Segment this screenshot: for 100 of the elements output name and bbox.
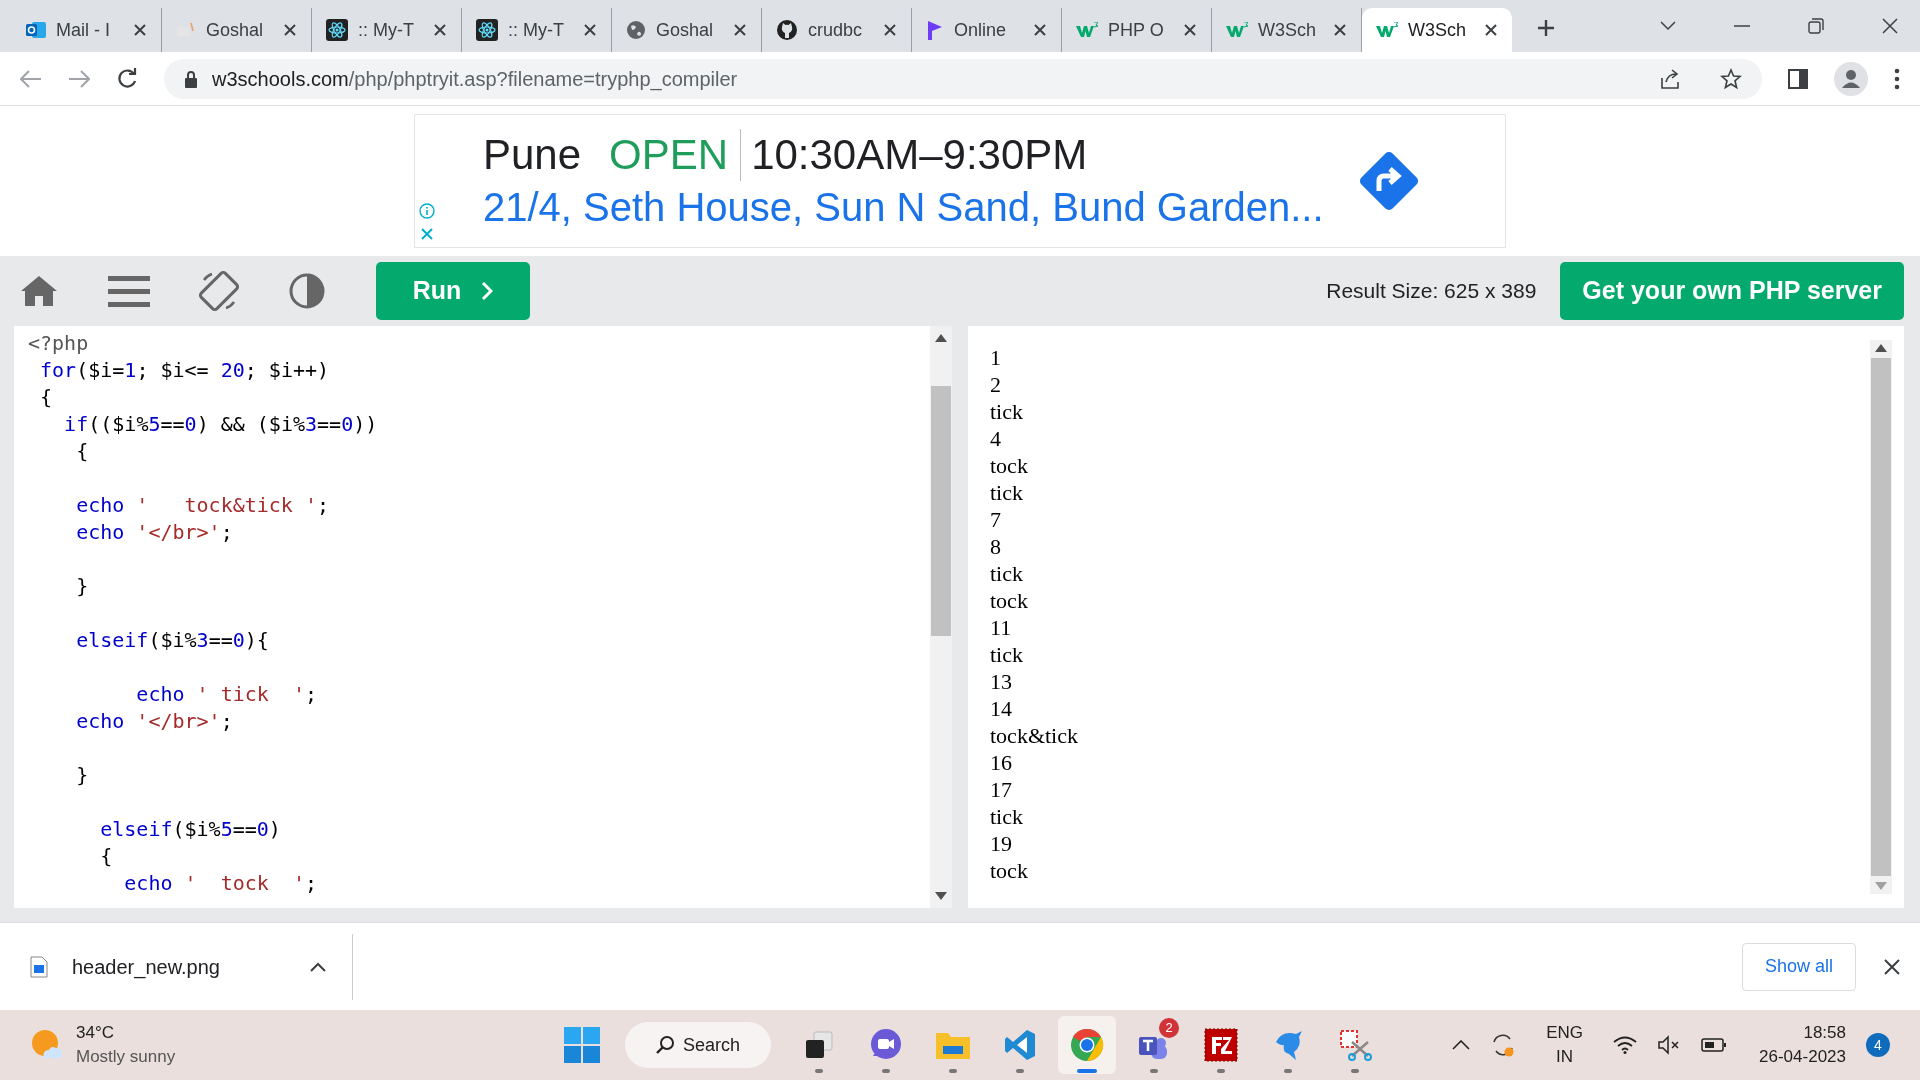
windows-stack-icon <box>804 1031 834 1059</box>
menu-icon[interactable] <box>108 274 150 308</box>
code-line: echo '</br>'; <box>75 708 233 735</box>
close-icon[interactable] <box>883 23 897 37</box>
output-line: tick <box>990 560 1023 587</box>
scroll-up-icon[interactable] <box>935 334 947 342</box>
browser-tab[interactable]: Online <box>912 8 1062 52</box>
browser-tab[interactable]: :: My-T <box>462 8 612 52</box>
download-item[interactable]: header_new.png <box>30 933 353 1000</box>
new-tab-icon[interactable] <box>1536 18 1556 38</box>
taskbar-app[interactable]: 2 <box>1125 1016 1183 1074</box>
chevron-up-icon[interactable] <box>1452 1040 1471 1050</box>
download-filename: header_new.png <box>72 954 220 981</box>
caret-up-icon[interactable] <box>309 961 326 972</box>
restore-icon[interactable] <box>1808 18 1824 34</box>
output-line: 19 <box>990 830 1012 857</box>
close-icon[interactable] <box>283 23 297 37</box>
scroll-down-icon[interactable] <box>935 892 947 900</box>
share-icon[interactable] <box>1660 67 1682 90</box>
close-icon[interactable] <box>733 23 747 37</box>
output-line: 2 <box>990 371 1001 398</box>
w3-logo-icon <box>1076 22 1098 38</box>
output-line: 13 <box>990 668 1012 695</box>
tab-title: PHP O <box>1108 18 1165 42</box>
tab-title: crudbc <box>808 18 864 42</box>
logo-icon <box>176 21 196 39</box>
w3-logo-icon <box>1376 22 1398 38</box>
tab-title: Goshal <box>206 18 265 42</box>
battery-icon[interactable] <box>1701 1037 1728 1053</box>
star-icon[interactable] <box>1720 67 1742 90</box>
tab-title: Mail - I <box>56 18 111 42</box>
output-line: 16 <box>990 749 1012 776</box>
show-all-button[interactable]: Show all <box>1741 942 1856 991</box>
close-icon[interactable] <box>583 23 597 37</box>
clock[interactable]: 18:58 26-04-2023 <box>1759 1021 1846 1069</box>
close-icon[interactable] <box>1882 18 1898 34</box>
browser-tab[interactable]: W3Sch <box>1362 8 1512 52</box>
close-icon[interactable] <box>433 23 447 37</box>
browser-tab[interactable]: :: My-T <box>312 8 462 52</box>
ad-address: 21/4, Seth House, Sun N Sand, Bund Garden... <box>483 184 1325 231</box>
snipping-tool-icon <box>1338 1028 1372 1062</box>
speaker-muted-icon[interactable] <box>1657 1035 1682 1055</box>
tab-title: Online <box>954 18 1008 42</box>
scroll-thumb[interactable] <box>931 386 951 636</box>
region-code: IN <box>1556 1046 1574 1068</box>
profile-icon[interactable] <box>1834 61 1868 96</box>
code-line: echo ' tick '; <box>135 681 317 708</box>
reload-icon[interactable] <box>116 67 138 90</box>
code-line: echo ' tock&tick '; <box>75 492 330 519</box>
folder-icon <box>935 1030 971 1060</box>
rotate-icon[interactable] <box>198 270 240 312</box>
chevron-right-icon <box>481 281 494 301</box>
search-icon <box>655 1035 675 1055</box>
ad-status: OPEN <box>609 130 730 180</box>
code-line: elseif($i%3==0){ <box>75 627 269 654</box>
code-line: echo '</br>'; <box>75 519 233 546</box>
output-line: 14 <box>990 695 1012 722</box>
ad-city: Pune <box>483 130 583 180</box>
output-line: 17 <box>990 776 1012 803</box>
close-icon[interactable] <box>133 23 147 37</box>
result-size: Result Size: 625 x 389 <box>1326 278 1537 305</box>
output-line: tick <box>990 479 1023 506</box>
search-bar[interactable]: Search <box>625 1022 771 1068</box>
chevron-down-icon[interactable] <box>1660 21 1676 31</box>
output-line: 1 <box>990 344 1001 371</box>
close-icon[interactable] <box>1033 23 1047 37</box>
code-line: { <box>75 438 89 465</box>
browser-tab[interactable]: Goshal <box>162 8 312 52</box>
side-panel-icon[interactable] <box>1788 68 1808 89</box>
ad-banner[interactable]: Pune OPEN 10:30AM–9:30PM 21/4, Seth House, Sun N Sand, Bund Garden... <box>414 114 1506 248</box>
output-line: tock <box>990 587 1028 614</box>
ad-hours: 10:30AM–9:30PM <box>740 129 1088 181</box>
wifi-icon[interactable] <box>1613 1036 1638 1054</box>
close-icon[interactable] <box>1884 958 1900 975</box>
badge: 2 <box>1159 1018 1179 1038</box>
scroll-up-icon[interactable] <box>1875 344 1887 352</box>
close-icon[interactable] <box>1484 23 1498 37</box>
output-line: tock <box>990 857 1028 884</box>
more-icon[interactable] <box>1894 67 1900 90</box>
browser-tab[interactable]: crudbc <box>762 8 912 52</box>
browser-tab[interactable]: Mail - I <box>12 8 162 52</box>
code-editor[interactable]: <?php for($i=1; $i<= 20; $i++) { if(($i%5==0) && ($i%3==0)) { echo ' tock&tick '; echo '</br>'; } elseif($i%3==0){ echo ' tick '; echo '</br>'; } elseif($i%5==0) { echo ' tock '; <box>14 326 952 908</box>
browser-tab[interactable]: PHP O <box>1062 8 1212 52</box>
address-field[interactable]: w3schools.com/php/phptryit.asp?filename=tryphp_compiler <box>164 58 1762 99</box>
video-chat-icon <box>869 1028 903 1062</box>
contrast-icon[interactable] <box>288 272 326 310</box>
close-icon[interactable] <box>1183 23 1197 37</box>
tab-title: :: My-T <box>358 18 415 42</box>
info-icon[interactable] <box>419 203 435 219</box>
weather-condition: Mostly sunny <box>76 1046 176 1068</box>
notification-badge[interactable]: 4 <box>1866 1033 1890 1057</box>
language-indicator[interactable]: ENG IN <box>1546 1021 1584 1069</box>
home-icon[interactable] <box>20 274 58 308</box>
scrollbar[interactable] <box>930 326 952 908</box>
temperature: 34°C <box>76 1022 115 1044</box>
weather-widget[interactable]: 34°C Mostly sunny <box>30 1021 176 1069</box>
start-icon[interactable] <box>564 1027 600 1063</box>
browser-tab[interactable]: Goshal <box>612 8 762 52</box>
tab-title: W3Sch <box>1408 18 1468 42</box>
close-icon[interactable] <box>1333 23 1347 37</box>
